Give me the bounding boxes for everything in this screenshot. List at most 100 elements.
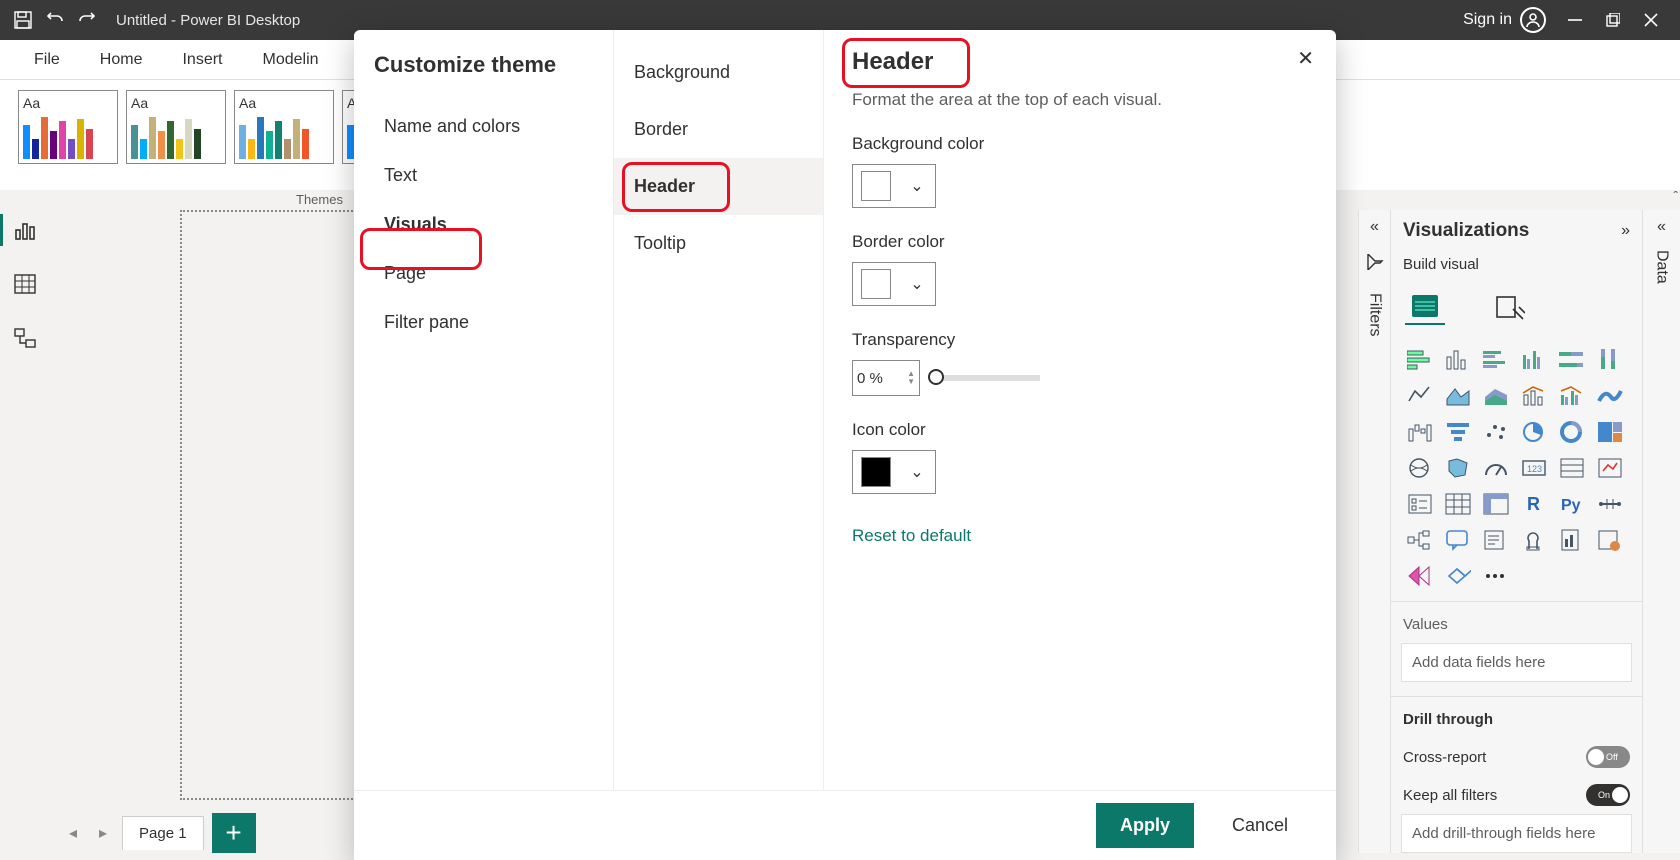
gauge-icon[interactable] <box>1479 453 1513 483</box>
theme-bars-icon <box>23 117 113 159</box>
cross-report-toggle[interactable]: Off <box>1586 746 1630 768</box>
cross-report-row: Cross-report Off <box>1391 738 1642 776</box>
add-page-button[interactable]: + <box>212 813 256 853</box>
theme-thumbnail[interactable]: Aa <box>234 90 334 164</box>
keep-all-filters-toggle[interactable]: On <box>1586 784 1630 806</box>
data-pane-collapsed[interactable]: « Data <box>1642 210 1680 853</box>
transparency-control: 0 % ▲▼ <box>852 360 1308 396</box>
area-chart-icon[interactable] <box>1441 381 1475 411</box>
goals-icon[interactable] <box>1517 525 1551 555</box>
themes-label: Themes <box>296 192 343 207</box>
spinner-icon[interactable]: ▲▼ <box>907 370 915 386</box>
card-icon[interactable]: 123 <box>1517 453 1551 483</box>
line-chart-icon[interactable] <box>1403 381 1437 411</box>
bgcolor-picker[interactable]: ⌄ <box>852 164 936 208</box>
expand-left-icon[interactable]: « <box>1370 218 1379 236</box>
data-label: Data <box>1653 250 1671 284</box>
python-visual-icon[interactable]: Py <box>1555 489 1589 519</box>
stacked-area-icon[interactable] <box>1479 381 1513 411</box>
expand-left-icon[interactable]: « <box>1657 218 1666 236</box>
slicer-icon[interactable] <box>1403 489 1437 519</box>
more-visuals-icon[interactable] <box>1479 561 1513 591</box>
tab-home[interactable]: Home <box>100 51 143 69</box>
nav-page[interactable]: Page <box>374 249 613 298</box>
nav-text[interactable]: Text <box>374 151 613 200</box>
redo-icon[interactable] <box>78 11 96 29</box>
power-automate-icon[interactable] <box>1403 561 1437 591</box>
multi-row-card-icon[interactable] <box>1555 453 1589 483</box>
signin-label: Sign in <box>1463 11 1512 29</box>
page-next-icon[interactable]: ▸ <box>92 822 114 844</box>
drill-through-drop-zone[interactable]: Add drill-through fields here <box>1401 814 1632 853</box>
nav-name-colors[interactable]: Name and colors <box>374 102 613 151</box>
undo-icon[interactable] <box>46 11 64 29</box>
model-view-icon[interactable] <box>11 326 39 350</box>
close-icon[interactable] <box>1642 11 1660 29</box>
line-stacked-column-icon[interactable] <box>1517 381 1551 411</box>
transparency-input[interactable]: 0 % ▲▼ <box>852 360 920 396</box>
minimize-icon[interactable] <box>1566 11 1584 29</box>
nav-visuals[interactable]: Visuals <box>374 200 613 249</box>
page-tab[interactable]: Page 1 <box>122 816 204 850</box>
dialog-close-icon[interactable]: ✕ <box>1297 46 1314 71</box>
keep-all-filters-row: Keep all filters On <box>1391 776 1642 814</box>
page-prev-icon[interactable]: ◂ <box>62 822 84 844</box>
sub-border[interactable]: Border <box>614 101 823 158</box>
slider-thumb[interactable] <box>928 369 944 385</box>
values-drop-zone[interactable]: Add data fields here <box>1401 643 1632 682</box>
filled-map-icon[interactable] <box>1441 453 1475 483</box>
apply-button[interactable]: Apply <box>1096 803 1194 848</box>
iconcolor-picker[interactable]: ⌄ <box>852 450 936 494</box>
kpi-icon[interactable] <box>1593 453 1627 483</box>
decomposition-tree-icon[interactable] <box>1403 525 1437 555</box>
power-apps-icon[interactable] <box>1593 525 1627 555</box>
sub-background[interactable]: Background <box>614 44 823 101</box>
smart-narrative-icon[interactable] <box>1479 525 1513 555</box>
clustered-bar-icon[interactable] <box>1479 345 1513 375</box>
bordercolor-picker[interactable]: ⌄ <box>852 262 936 306</box>
matrix-icon[interactable] <box>1479 489 1513 519</box>
pie-icon[interactable] <box>1517 417 1551 447</box>
tab-modeling[interactable]: Modelin <box>262 51 318 69</box>
signin-button[interactable]: Sign in <box>1463 7 1546 33</box>
nav-filter-pane[interactable]: Filter pane <box>374 298 613 347</box>
stacked-column-icon[interactable] <box>1441 345 1475 375</box>
waterfall-icon[interactable] <box>1403 417 1437 447</box>
format-visual-icon[interactable] <box>1489 289 1529 325</box>
paginated-report-icon[interactable] <box>1555 525 1589 555</box>
clustered-column-icon[interactable] <box>1517 345 1551 375</box>
report-view-icon[interactable] <box>11 218 39 242</box>
treemap-icon[interactable] <box>1593 417 1627 447</box>
theme-bars-icon <box>239 117 329 159</box>
scatter-icon[interactable] <box>1479 417 1513 447</box>
ribbon-expand-icon[interactable]: ˆ <box>1673 188 1678 204</box>
key-influencers-icon[interactable] <box>1593 489 1627 519</box>
expand-right-icon[interactable]: » <box>1621 222 1630 240</box>
theme-thumbnail[interactable]: Aa <box>18 90 118 164</box>
map-icon[interactable] <box>1403 453 1437 483</box>
cancel-button[interactable]: Cancel <box>1232 815 1288 836</box>
theme-thumbnail[interactable]: Aa <box>126 90 226 164</box>
get-more-visuals-icon[interactable] <box>1441 561 1475 591</box>
ribbon-chart-icon[interactable] <box>1593 381 1627 411</box>
data-view-icon[interactable] <box>11 272 39 296</box>
transparency-slider[interactable] <box>930 375 1040 381</box>
table-icon[interactable] <box>1441 489 1475 519</box>
donut-icon[interactable] <box>1555 417 1589 447</box>
sub-tooltip[interactable]: Tooltip <box>614 215 823 272</box>
tab-insert[interactable]: Insert <box>182 51 222 69</box>
funnel-icon[interactable] <box>1441 417 1475 447</box>
reset-to-default-link[interactable]: Reset to default <box>852 526 1308 546</box>
stacked-bar-icon[interactable] <box>1403 345 1437 375</box>
filters-pane-collapsed[interactable]: « Filters <box>1358 210 1390 853</box>
maximize-icon[interactable] <box>1604 11 1622 29</box>
qa-visual-icon[interactable] <box>1441 525 1475 555</box>
save-icon[interactable] <box>14 11 32 29</box>
r-visual-icon[interactable]: R <box>1517 489 1551 519</box>
build-fields-icon[interactable] <box>1405 289 1445 325</box>
line-clustered-column-icon[interactable] <box>1555 381 1589 411</box>
hundred-stacked-bar-icon[interactable] <box>1555 345 1589 375</box>
hundred-stacked-column-icon[interactable] <box>1593 345 1627 375</box>
sub-header[interactable]: Header <box>614 158 823 215</box>
tab-file[interactable]: File <box>34 51 60 69</box>
